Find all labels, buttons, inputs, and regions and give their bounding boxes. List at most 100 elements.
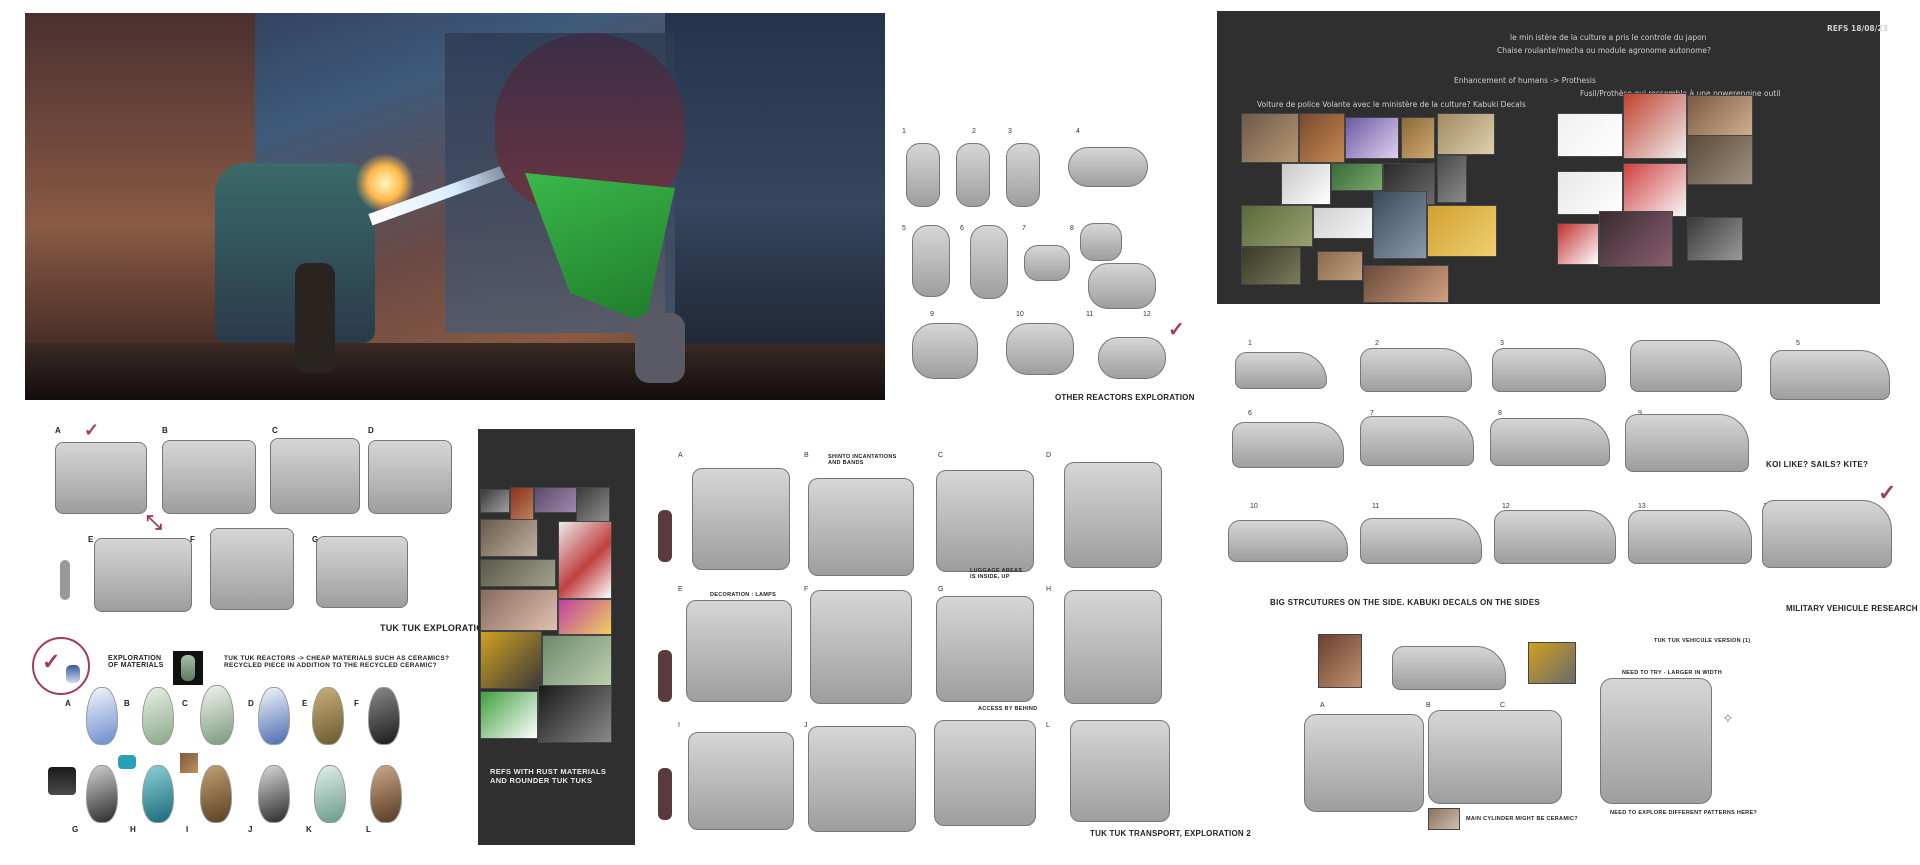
vehicle-number: 12	[1502, 503, 1510, 510]
reactor-sketch	[912, 225, 950, 297]
vehicle-sketch	[1490, 418, 1610, 466]
human-scale-figure	[658, 510, 672, 562]
ref-photo	[576, 487, 610, 523]
material-letter: G	[72, 825, 79, 834]
bronze-thumbnail	[180, 753, 198, 773]
ref-photo	[1427, 205, 1497, 257]
vehicle-sketch	[1232, 422, 1344, 468]
tuk-tuk-sketch	[1304, 714, 1424, 812]
reactor-material-sample	[86, 765, 118, 823]
material-letter: E	[302, 699, 308, 708]
reactor-number: 3	[1008, 128, 1012, 135]
vehicle-sketch	[1628, 510, 1752, 564]
tuk-tuk-sketch	[688, 732, 794, 830]
refs-note: Voiture de police Volante avec le minist…	[1257, 100, 1526, 109]
ref-photo	[558, 521, 612, 599]
rust-refs-caption: REFS WITH RUST MATERIALS AND ROUNDER TUK…	[490, 767, 607, 785]
variant-letter: C	[272, 426, 279, 435]
reactor-material-sample	[368, 687, 400, 745]
vehicle-number: 1	[1248, 340, 1252, 347]
vehicle-number: 13	[1638, 503, 1646, 510]
tuk-tuk-sketch	[270, 438, 360, 514]
ref-photo	[558, 599, 612, 635]
vehicle-sketch	[1625, 414, 1749, 472]
right-building	[665, 13, 885, 400]
variant-letter: L	[1046, 722, 1050, 729]
reactor-material-sample	[142, 765, 174, 823]
ref-photo	[1687, 135, 1753, 185]
refs-note: Enhancement of humans -> Prothesis	[1454, 76, 1596, 85]
tuk-tuk-sketch	[686, 600, 792, 702]
vehicle-sketch	[1492, 348, 1606, 392]
military-vehicle-research: 1 2 3 4 5 6 7 8 9 KOI LIKE? SAILS? KITE?…	[1210, 330, 1920, 630]
vehicle-sketch	[1494, 510, 1616, 564]
reactors-title: OTHER REACTORS EXPLORATION	[1055, 393, 1195, 402]
ref-photo	[1599, 211, 1673, 267]
vehicle-sketch	[1235, 352, 1327, 389]
variant-letter: I	[678, 722, 680, 729]
reactor-material-sample	[86, 687, 118, 745]
material-letter: H	[130, 825, 137, 834]
ref-photo	[1437, 113, 1495, 155]
rust-refs-panel: REFS WITH RUST MATERIALS AND ROUNDER TUK…	[478, 429, 635, 845]
material-letter: A	[65, 699, 72, 708]
tuk-tuk-sketch	[936, 470, 1034, 572]
reactor-material-sample	[314, 765, 346, 823]
reactor-sketch	[956, 143, 990, 207]
vehicle-sketch	[1770, 350, 1890, 400]
vehicle-number: 11	[1372, 503, 1380, 510]
variant-letter: E	[88, 535, 94, 544]
ref-photo	[1281, 163, 1331, 205]
refs-note: le min istère de la culture a pris le co…	[1510, 33, 1707, 42]
tuk-tuk-vehicle-version-1: TUK TUK VEHICULE VERSION (1) NEED TO TRY…	[1300, 630, 1760, 830]
reactor-material-sample	[142, 687, 174, 745]
variant-letter: J	[804, 722, 808, 729]
vehicle-sketch	[1360, 518, 1482, 564]
soldier-figure	[295, 263, 335, 373]
vehicle-number: 8	[1498, 410, 1502, 417]
reactor-number: 12	[1143, 311, 1151, 318]
tuk-tuk-sketch	[934, 720, 1036, 826]
ref-photo	[1241, 113, 1299, 163]
ref-photo	[1557, 223, 1599, 265]
checkmark-icon: ✓	[1878, 480, 1897, 505]
ref-photo	[1331, 163, 1383, 191]
material-letter: D	[248, 699, 255, 708]
version1-title: TUK TUK VEHICULE VERSION (1)	[1654, 638, 1751, 644]
ref-photo	[1241, 247, 1301, 285]
reactor-sketch	[1024, 245, 1070, 281]
ref-photo	[1345, 117, 1399, 159]
reactor-material-sample	[200, 765, 232, 823]
refs-note: Chaise roulante/mecha ou module agronome…	[1497, 46, 1711, 55]
tuk-tuk-sketch	[1064, 590, 1162, 704]
reactor-sketch	[912, 323, 978, 379]
tuk-tuk-sketch	[1070, 720, 1170, 822]
material-letter: L	[366, 825, 372, 834]
variant-letter: G	[938, 586, 944, 593]
reactor-sketch	[1098, 337, 1166, 379]
tuk-tuk-sketch	[94, 538, 192, 612]
variant-letter: D	[368, 426, 375, 435]
variant-letter: A	[1320, 702, 1325, 709]
checkmark-icon: ✓	[42, 649, 61, 674]
tuk-tuk-sketch	[1600, 678, 1712, 804]
ref-photo	[1687, 217, 1743, 261]
tuk-tuk-sketch	[936, 596, 1034, 702]
reactor-sketch	[970, 225, 1008, 299]
ref-photo	[1241, 205, 1313, 247]
variant-letter: A	[678, 452, 683, 459]
vehicle-sketch	[1762, 500, 1892, 568]
tuk-tuk-sketch	[808, 478, 914, 576]
cylinder-note: MAIN CYLINDER MIGHT BE CERAMIC?	[1466, 816, 1578, 822]
tuk-tuk-sketch	[810, 590, 912, 704]
ref-photo-collage-left	[1241, 113, 1536, 303]
reactor-material-sample	[258, 687, 290, 745]
ceramic-cylinder-photo	[1428, 808, 1460, 830]
street-ground	[25, 343, 885, 400]
koi-note: KOI LIKE? SAILS? KITE?	[1766, 460, 1869, 469]
patterns-note: NEED TO EXPLORE DIFFERENT PATTERNS HERE?	[1610, 810, 1758, 816]
variant-letter: A	[55, 426, 62, 435]
reactor-material-sample	[258, 765, 290, 823]
tuk-tuk-sketch	[316, 536, 408, 608]
vehicle-number: 2	[1375, 340, 1379, 347]
